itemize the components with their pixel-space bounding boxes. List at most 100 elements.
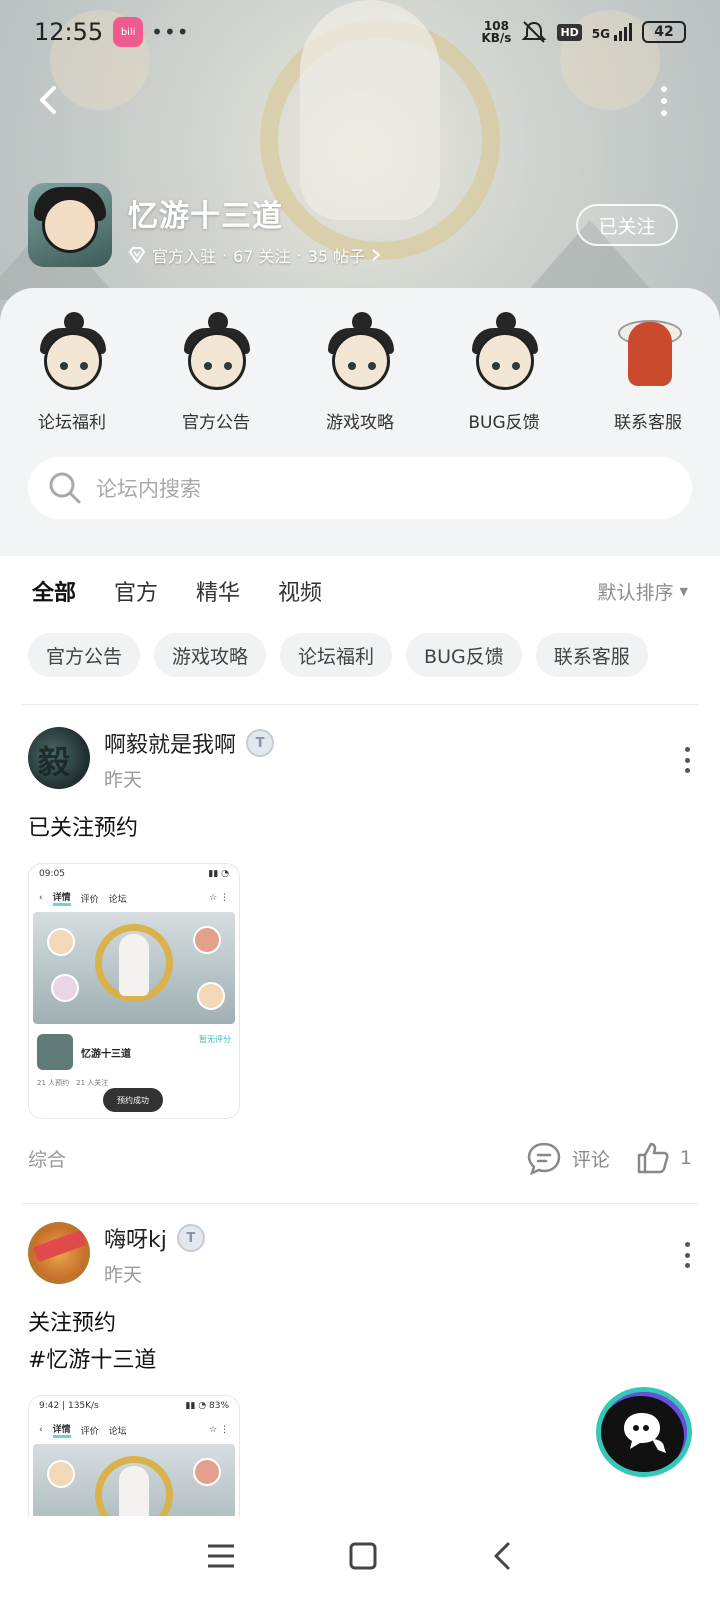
character-avatar-icon [458, 312, 550, 396]
dot [661, 86, 667, 92]
menu-button[interactable] [206, 1543, 236, 1573]
status-bar: 12:55 bili ••• 108 KB/s HD 5G 42 [0, 0, 720, 64]
thumb-tab: 评价 [80, 894, 99, 905]
thumb-star-icon: ☆ ⋮ [209, 893, 229, 903]
post-image[interactable]: 9:42 | 135K/s ▮▮ ◔ 83% ‹ 详情 评价 论坛 ☆ ⋮ [28, 1395, 240, 1525]
home-square-icon [349, 1542, 377, 1570]
more-notifications-icon: ••• [151, 20, 190, 44]
post-card[interactable]: 嗨呀kj T 昨天 关注预约 #忆游十三道 9:42 | 135K/s ▮▮ ◔ … [0, 1222, 720, 1525]
avatar[interactable]: 毅 [28, 727, 90, 789]
post-text-line: 关注预约 [28, 1311, 117, 1336]
quick-nav-label: 联系客服 [614, 413, 682, 433]
dot [661, 110, 667, 116]
post-more-button[interactable] [682, 1242, 692, 1268]
avatar[interactable] [28, 1222, 90, 1284]
separator: · [296, 245, 302, 265]
hd-badge: HD [557, 23, 582, 41]
dot [661, 98, 667, 104]
thumb-tab: 论坛 [108, 1426, 127, 1437]
thumb-stats: 21 人预约 21 人关注 [37, 1079, 109, 1087]
quick-nav-label: 论坛福利 [38, 413, 106, 433]
thumb-rating: 暂无评分 [199, 1035, 231, 1044]
tab-all[interactable]: 全部 [32, 575, 76, 611]
home-button[interactable] [349, 1542, 377, 1574]
thumb-art [33, 1444, 235, 1525]
post-author[interactable]: 啊毅就是我啊 [104, 727, 236, 759]
thumb-tab: 论坛 [108, 894, 127, 905]
chip-announcements[interactable]: 官方公告 [28, 633, 141, 677]
chip-forum-welfare[interactable]: 论坛福利 [280, 633, 393, 677]
sort-dropdown[interactable]: 默认排序 ▼ [598, 578, 688, 605]
menu-icon [208, 1544, 235, 1568]
post-text-line: 已关注预约 [28, 816, 139, 841]
post-time: 昨天 [104, 1264, 143, 1286]
divider [22, 1203, 698, 1204]
chat-fab-button[interactable] [596, 1387, 692, 1477]
icon-face [42, 197, 98, 253]
search-input[interactable]: 论坛内搜索 [28, 457, 692, 519]
quick-nav-announcements[interactable]: 官方公告 [166, 312, 266, 433]
forum-panel: 论坛福利 官方公告 游戏攻略 BUG反馈 联系客服 论坛内搜索 [0, 288, 720, 556]
character-avatar-icon [602, 312, 694, 396]
thumb-tab: 详情 [52, 890, 71, 906]
status-time: 12:55 [34, 18, 104, 46]
post-text: 关注预约 #忆游十三道 [0, 1305, 720, 1379]
post-time: 昨天 [104, 769, 143, 791]
like-button[interactable]: 1 [636, 1141, 692, 1175]
signal-strength-icon: 5G [592, 23, 632, 41]
comment-button[interactable]: 评论 [526, 1141, 610, 1175]
chip-bug-report[interactable]: BUG反馈 [406, 633, 522, 677]
thumb-game-name: 忆游十三道 [81, 1048, 131, 1060]
separator: · [222, 245, 228, 265]
chat-bubble-icon [624, 1413, 666, 1453]
quick-nav: 论坛福利 官方公告 游戏攻略 BUG反馈 联系客服 [0, 288, 720, 433]
thumb-tab: 评价 [80, 1426, 99, 1437]
level-badge: T [176, 1224, 205, 1252]
quick-nav-bug-report[interactable]: BUG反馈 [454, 312, 554, 433]
search-placeholder: 论坛内搜索 [96, 477, 201, 501]
tab-video[interactable]: 视频 [278, 575, 322, 607]
quick-nav-label: 游戏攻略 [326, 413, 394, 433]
chip-guides[interactable]: 游戏攻略 [154, 633, 267, 677]
thumb-back-icon: ‹ [39, 1425, 43, 1435]
post-more-button[interactable] [682, 747, 692, 773]
tab-official[interactable]: 官方 [114, 575, 158, 607]
follow-count: 67 关注 [233, 247, 291, 266]
quick-nav-guides[interactable]: 游戏攻略 [310, 312, 410, 433]
chip-customer-service[interactable]: 联系客服 [535, 633, 648, 677]
more-options-button[interactable] [654, 86, 674, 116]
tab-featured[interactable]: 精华 [196, 575, 240, 607]
game-title: 忆游十三道 [128, 199, 283, 234]
post-category[interactable]: 综合 [28, 1145, 66, 1172]
divider [22, 704, 698, 705]
post-author[interactable]: 嗨呀kj [104, 1222, 167, 1254]
bilibili-app-icon: bili [113, 17, 144, 47]
thumb-toast: 预约成功 [103, 1088, 163, 1112]
post-image[interactable]: 09:05 ▮▮ ◔ ‹ 详情 评价 论坛 ☆ ⋮ 忆游十三道 暂无评分 21 人… [28, 863, 240, 1119]
back-button[interactable] [30, 80, 70, 120]
level-badge: T [246, 729, 275, 757]
chevron-left-icon [40, 86, 56, 114]
thumb-back-icon: ‹ [39, 893, 43, 903]
follow-button[interactable]: 已关注 [576, 204, 678, 246]
thumb-time: 9:42 | 135K/s [39, 1401, 99, 1411]
game-meta[interactable]: 官方入驻 · 67 关注 · 35 帖子 [128, 243, 383, 267]
thumb-game-icon [37, 1034, 73, 1070]
back-arrow-icon [494, 1542, 510, 1570]
search-icon [49, 472, 81, 504]
thumbs-up-icon [637, 1142, 669, 1174]
post-count: 35 帖子 [307, 247, 366, 266]
quick-nav-label: BUG反馈 [468, 413, 540, 433]
thumb-star-icon: ☆ ⋮ [209, 1425, 229, 1435]
character-avatar-icon [170, 312, 262, 396]
game-icon[interactable] [28, 183, 112, 267]
post-card[interactable]: 毅 啊毅就是我啊 T 昨天 已关注预约 09:05 ▮▮ ◔ ‹ 详情 评价 论坛… [0, 727, 720, 1175]
quick-nav-forum-welfare[interactable]: 论坛福利 [22, 312, 122, 433]
nav-back-button[interactable] [490, 1541, 514, 1575]
hashtag-link[interactable]: #忆游十三道 [28, 1342, 692, 1379]
game-info: 忆游十三道 官方入驻 · 67 关注 · 35 帖子 [28, 183, 383, 267]
quick-nav-customer-service[interactable]: 联系客服 [598, 312, 698, 433]
thumb-status-icons: ▮▮ ◔ [208, 869, 229, 879]
post-text: 已关注预约 [0, 810, 720, 847]
character-avatar-icon [26, 312, 118, 396]
